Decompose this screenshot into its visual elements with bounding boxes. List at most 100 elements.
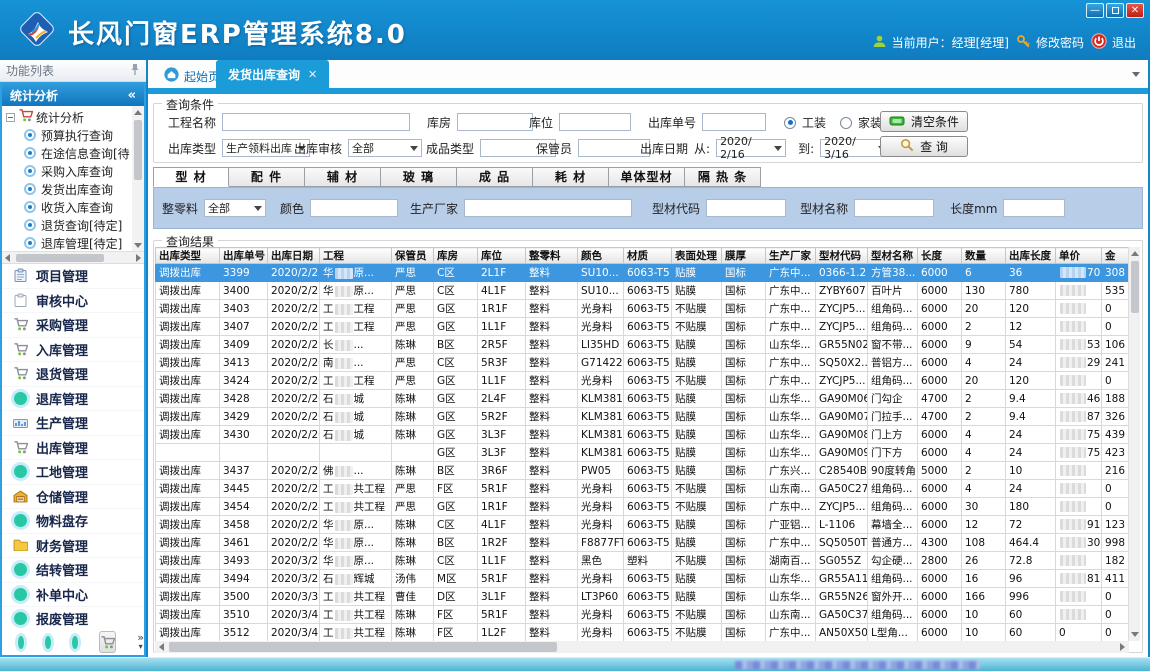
sidebar-item-物料盘存[interactable]: 物料盘存: [2, 509, 144, 534]
sidebar-item-仓储管理[interactable]: 仓储管理: [2, 485, 144, 510]
sidebar-item-项目管理[interactable]: 项目管理: [2, 264, 144, 289]
tree-item[interactable]: 在途信息查询[待: [2, 144, 144, 162]
table-row[interactable]: 调拨出库34282020/2/26石城陈琳G区2L4F整料KLM38176063…: [156, 390, 1130, 408]
table-row[interactable]: 调拨出库35102020/3/4工共工程陈琳F区5R1F整料光身料6063-T5…: [156, 606, 1130, 624]
sidebar-item-财务管理[interactable]: 财务管理: [2, 534, 144, 559]
tree-scrollbar[interactable]: [132, 106, 144, 252]
collapse-icon[interactable]: «: [128, 88, 136, 103]
table-vscrollbar[interactable]: [1128, 247, 1140, 641]
column-header[interactable]: 库房: [434, 248, 478, 264]
close-button[interactable]: ✕: [1126, 3, 1144, 18]
table-row[interactable]: 调拨出库34002020/2/25华原...严思C区4L1F整料SU10...6…: [156, 282, 1130, 300]
sidebar-item-工地管理[interactable]: 工地管理: [2, 460, 144, 485]
column-header[interactable]: 材质: [624, 248, 672, 264]
clear-conditions-button[interactable]: 清空条件: [880, 111, 968, 132]
table-row[interactable]: 调拨出库34132020/2/26南...严思C区5R3F整料G71422606…: [156, 354, 1130, 372]
column-header[interactable]: 整零料: [526, 248, 578, 264]
radio-gongzhuang[interactable]: [784, 117, 796, 129]
minimize-button[interactable]: —: [1086, 3, 1104, 18]
profile-name-input[interactable]: [854, 199, 934, 217]
column-header[interactable]: 数量: [962, 248, 1006, 264]
sidebar-item-补单中心[interactable]: 补单中心: [2, 583, 144, 608]
tab-list-dropdown-icon[interactable]: [1132, 72, 1140, 77]
material-tab-4[interactable]: 成 品: [457, 167, 533, 187]
column-header[interactable]: 库位: [478, 248, 526, 264]
table-row[interactable]: 调拨出库34302020/2/26石城陈琳G区3L3F整料KLM38176063…: [156, 426, 1130, 444]
column-header[interactable]: 金: [1102, 248, 1130, 264]
tree-item[interactable]: 退货查询[待定]: [2, 216, 144, 234]
sidebar-item-退货管理[interactable]: 退货管理: [2, 362, 144, 387]
column-header[interactable]: 保管员: [392, 248, 434, 264]
warehouse-input[interactable]: [457, 113, 533, 131]
column-header[interactable]: 型材代码: [816, 248, 868, 264]
tree-hscrollbar[interactable]: [2, 252, 144, 264]
table-row[interactable]: 调拨出库34542020/2/28工共工程严思G区1R1F整料光身料6063-T…: [156, 498, 1130, 516]
tab-active[interactable]: 发货出库查询 ✕: [216, 60, 329, 88]
column-header[interactable]: 长度: [918, 248, 962, 264]
section-header[interactable]: 统计分析 «: [2, 84, 144, 106]
outbound-no-input[interactable]: [702, 113, 766, 131]
material-tab-3[interactable]: 玻 璃: [381, 167, 457, 187]
material-tab-6[interactable]: 单体型材: [609, 167, 685, 187]
column-header[interactable]: 出库单号: [220, 248, 268, 264]
table-row[interactable]: 调拨出库34292020/2/26石城陈琳G区5R2F整料KLM38176063…: [156, 408, 1130, 426]
table-row[interactable]: 调拨出库34932020/3/2华原...陈琳C区1L1F整料黑色塑料不贴膜国标…: [156, 552, 1130, 570]
table-row[interactable]: 调拨出库35002020/3/3工共工程曹佳D区3L1F整料LT3P606063…: [156, 588, 1130, 606]
quick-icon-1[interactable]: [18, 636, 24, 649]
table-row[interactable]: 调拨出库34072020/2/25工工程严思G区1L1F整料光身料6063-T5…: [156, 318, 1130, 336]
table-row[interactable]: 调拨出库34612020/2/28华原...陈琳B区1R2F整料F8877FT6…: [156, 534, 1130, 552]
tab-close-icon[interactable]: ✕: [308, 68, 317, 81]
column-header[interactable]: 型材名称: [868, 248, 918, 264]
tree-item[interactable]: 采购入库查询: [2, 162, 144, 180]
more-chevron[interactable]: »▾: [137, 634, 144, 651]
material-tab-1[interactable]: 配 件: [229, 167, 305, 187]
table-row[interactable]: 调拨出库34582020/2/28华原...陈琳C区4L1F整料光身料6063-…: [156, 516, 1130, 534]
pin-icon[interactable]: [130, 63, 140, 79]
sidebar-item-结转管理[interactable]: 结转管理: [2, 558, 144, 583]
length-input[interactable]: [1003, 199, 1065, 217]
project-name-input[interactable]: [222, 113, 410, 131]
sidebar-item-入库管理[interactable]: 入库管理: [2, 338, 144, 363]
cart-quick-button[interactable]: [99, 631, 116, 653]
color-input[interactable]: [310, 199, 398, 217]
material-tab-7[interactable]: 隔 热 条: [685, 167, 761, 187]
quick-icon-3[interactable]: [72, 636, 78, 649]
table-hscrollbar[interactable]: [155, 641, 1129, 653]
column-header[interactable]: 膜厚: [722, 248, 766, 264]
change-password-link[interactable]: 修改密码: [1016, 34, 1084, 52]
sidebar-item-退库管理[interactable]: 退库管理: [2, 387, 144, 412]
whole-part-select[interactable]: 全部: [204, 199, 266, 217]
material-tab-0[interactable]: 型 材: [153, 167, 229, 187]
column-header[interactable]: 表面处理: [672, 248, 722, 264]
audit-select[interactable]: 全部: [348, 139, 422, 157]
expander-icon[interactable]: [6, 113, 15, 122]
location-input[interactable]: [559, 113, 631, 131]
column-header[interactable]: 单价: [1056, 248, 1102, 264]
column-header[interactable]: 颜色: [578, 248, 624, 264]
table-row[interactable]: G区3L3F整料KLM38176063-T5贴膜国标山东华...GA90M09.…: [156, 444, 1130, 462]
material-tab-5[interactable]: 耗 材: [533, 167, 609, 187]
profile-code-input[interactable]: [706, 199, 786, 217]
table-row[interactable]: 调拨出库34032020/2/25工工程严思G区1R1F整料光身料6063-T5…: [156, 300, 1130, 318]
tree-item[interactable]: 退库管理[待定]: [2, 234, 144, 252]
maximize-button[interactable]: [1106, 3, 1124, 18]
radio-jiazhuang[interactable]: [840, 117, 852, 129]
table-row[interactable]: 调拨出库34092020/2/25长...陈琳B区2R5F整料LI35HD606…: [156, 336, 1130, 354]
tree-item[interactable]: 发货出库查询: [2, 180, 144, 198]
table-row[interactable]: 调拨出库34372020/2/27佛...陈琳B区3R6F整料PW056063-…: [156, 462, 1130, 480]
sidebar-item-出库管理[interactable]: 出库管理: [2, 436, 144, 461]
sidebar-item-报废管理[interactable]: 报废管理: [2, 607, 144, 632]
column-header[interactable]: 出库类型: [156, 248, 220, 264]
logout-link[interactable]: 退出: [1091, 33, 1136, 52]
search-button[interactable]: 查 询: [880, 136, 968, 157]
factory-input[interactable]: [464, 199, 632, 217]
tree-item[interactable]: 收货入库查询: [2, 198, 144, 216]
quick-icon-2[interactable]: [45, 636, 51, 649]
material-tab-2[interactable]: 辅 材: [305, 167, 381, 187]
column-header[interactable]: 出库日期: [268, 248, 320, 264]
table-row[interactable]: 调拨出库34942020/3/2石辉城汤伟M区5R1F整料光身料6063-T5贴…: [156, 570, 1130, 588]
column-header[interactable]: 工程: [320, 248, 392, 264]
column-header[interactable]: 生产厂家: [766, 248, 816, 264]
tree-item[interactable]: 预算执行查询: [2, 126, 144, 144]
sidebar-item-审核中心[interactable]: 审核中心: [2, 289, 144, 314]
